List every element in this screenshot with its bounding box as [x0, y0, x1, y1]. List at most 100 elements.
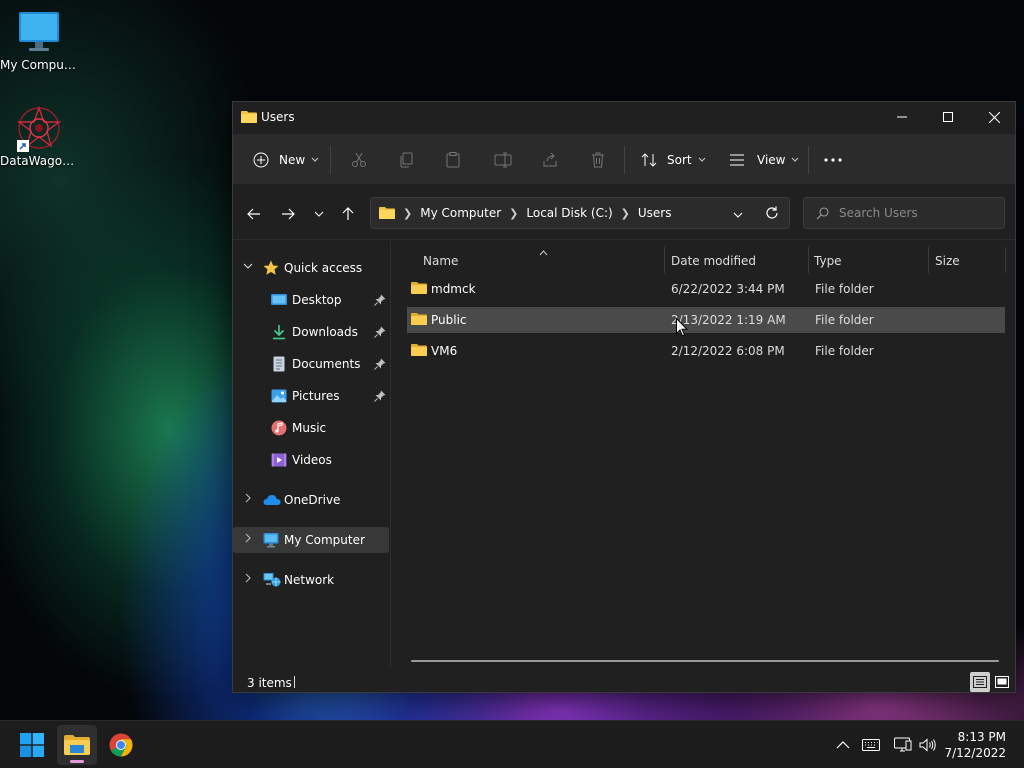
clock[interactable]: 8:13 PM 7/12/2022	[944, 729, 1006, 761]
paste-button[interactable]	[445, 147, 461, 173]
active-app-indicator	[70, 760, 84, 763]
breadcrumb-my-computer[interactable]: My Computer	[420, 206, 501, 220]
address-bar[interactable]: ❯ My Computer ❯ Local Disk (C:) ❯ Users	[370, 197, 790, 229]
pin-icon	[374, 326, 386, 338]
column-header-type[interactable]: Type	[814, 247, 924, 275]
column-divider[interactable]	[1005, 247, 1006, 273]
nav-item-my-computer[interactable]: My Computer	[233, 527, 389, 553]
volume-button[interactable]	[919, 737, 937, 753]
nav-label-onedrive: OneDrive	[284, 493, 341, 507]
add-circle-icon	[253, 152, 269, 168]
nav-item-quick-access[interactable]: Quick access	[233, 255, 389, 281]
pictures-icon	[271, 388, 287, 404]
music-icon	[271, 420, 287, 436]
command-bar: New Sort View	[233, 134, 1015, 184]
table-row[interactable]: Public 2/13/2022 1:19 AM File folder	[407, 307, 1005, 333]
list-view-icon	[730, 154, 744, 166]
copy-button[interactable]	[399, 147, 415, 173]
pane-divider[interactable]	[390, 241, 391, 666]
file-date-modified: 2/12/2022 6:08 PM	[671, 344, 785, 358]
column-divider[interactable]	[664, 247, 665, 273]
sort-icon	[641, 153, 657, 167]
arrow-right-icon	[282, 208, 295, 220]
nav-item-videos[interactable]: Videos	[233, 447, 389, 473]
share-button[interactable]	[542, 147, 558, 173]
minimize-button[interactable]	[879, 102, 925, 132]
column-header-name[interactable]: Name	[423, 247, 663, 275]
copy-icon	[400, 152, 413, 168]
nav-item-music[interactable]: Music	[233, 415, 389, 441]
address-dropdown-button[interactable]	[733, 208, 743, 222]
nav-item-documents[interactable]: Documents	[233, 351, 389, 377]
large-icons-view-button[interactable]	[992, 672, 1012, 692]
recent-locations-button[interactable]	[307, 202, 331, 226]
sort-button[interactable]: Sort	[641, 147, 706, 173]
refresh-button[interactable]	[765, 206, 779, 223]
table-row[interactable]: VM6 2/12/2022 6:08 PM File folder	[407, 338, 1005, 364]
close-icon	[988, 111, 1000, 123]
chevron-down-icon	[733, 212, 743, 218]
nav-item-downloads[interactable]: Downloads	[233, 319, 389, 345]
window-title: Users	[261, 110, 295, 124]
title-bar[interactable]: Users	[233, 102, 1015, 132]
scissors-icon	[352, 152, 366, 167]
toolbar-divider	[330, 146, 331, 174]
close-button[interactable]	[971, 102, 1017, 132]
cut-button[interactable]	[351, 147, 367, 173]
horizontal-scrollbar[interactable]	[411, 660, 999, 662]
column-header-size[interactable]: Size	[935, 247, 1005, 275]
file-date-modified: 6/22/2022 3:44 PM	[671, 282, 785, 296]
view-button-label: View	[757, 153, 786, 167]
navigation-pane: Quick access Desktop Downloads Documents…	[233, 241, 391, 666]
nav-item-pictures[interactable]: Pictures	[233, 383, 389, 409]
show-hidden-icons-button[interactable]	[834, 737, 852, 753]
back-button[interactable]	[242, 202, 266, 226]
clock-date: 7/12/2022	[944, 746, 1006, 760]
nav-item-network[interactable]: Network	[233, 567, 389, 593]
search-box[interactable]	[803, 197, 1005, 229]
nav-item-desktop[interactable]: Desktop	[233, 287, 389, 313]
maximize-button[interactable]	[925, 102, 971, 132]
nav-item-onedrive[interactable]: OneDrive	[233, 487, 389, 513]
folder-icon	[379, 206, 395, 220]
large-icons-view-icon	[995, 676, 1009, 688]
column-divider[interactable]	[928, 247, 929, 273]
desktop-icon-my-computer[interactable]: My Computer	[0, 10, 78, 72]
rename-button[interactable]	[494, 147, 512, 173]
file-list: Name Date modified Type Size mdmck 6/22/…	[407, 241, 1007, 666]
forward-button[interactable]	[276, 202, 300, 226]
column-header-name-label: Name	[423, 254, 459, 268]
folder-icon	[411, 281, 427, 298]
sort-ascending-icon	[539, 245, 548, 259]
refresh-icon	[766, 206, 778, 219]
status-divider	[294, 676, 295, 688]
breadcrumb-users[interactable]: Users	[638, 206, 672, 220]
more-options-button[interactable]	[824, 147, 842, 173]
rename-icon	[494, 152, 512, 168]
column-header-date-modified[interactable]: Date modified	[671, 247, 811, 275]
keyboard-button[interactable]	[862, 737, 880, 753]
desktop-icon-datawagon[interactable]: DataWagon...	[0, 105, 78, 168]
column-divider[interactable]	[808, 247, 809, 273]
table-row[interactable]: mdmck 6/22/2022 3:44 PM File folder	[407, 276, 1005, 302]
keyboard-icon	[862, 739, 880, 751]
taskbar-chrome[interactable]	[101, 725, 141, 765]
details-view-button[interactable]	[970, 672, 990, 692]
file-type: File folder	[815, 313, 874, 327]
nav-label-desktop: Desktop	[292, 293, 342, 307]
clipboard-icon	[446, 152, 460, 168]
up-button[interactable]	[336, 202, 360, 226]
datawagon-app-icon	[16, 105, 62, 152]
delete-button[interactable]	[590, 147, 606, 173]
pin-icon	[374, 390, 386, 402]
arrow-left-icon	[247, 208, 260, 220]
search-input[interactable]	[839, 206, 989, 220]
arrow-up-icon	[342, 207, 354, 220]
start-button[interactable]	[12, 725, 52, 765]
breadcrumb-local-disk[interactable]: Local Disk (C:)	[526, 206, 612, 220]
network-status-button[interactable]	[894, 737, 912, 753]
taskbar-file-explorer[interactable]	[57, 725, 97, 765]
new-button[interactable]: New	[253, 147, 319, 173]
view-button[interactable]: View	[729, 147, 799, 173]
details-view-icon	[973, 676, 987, 688]
